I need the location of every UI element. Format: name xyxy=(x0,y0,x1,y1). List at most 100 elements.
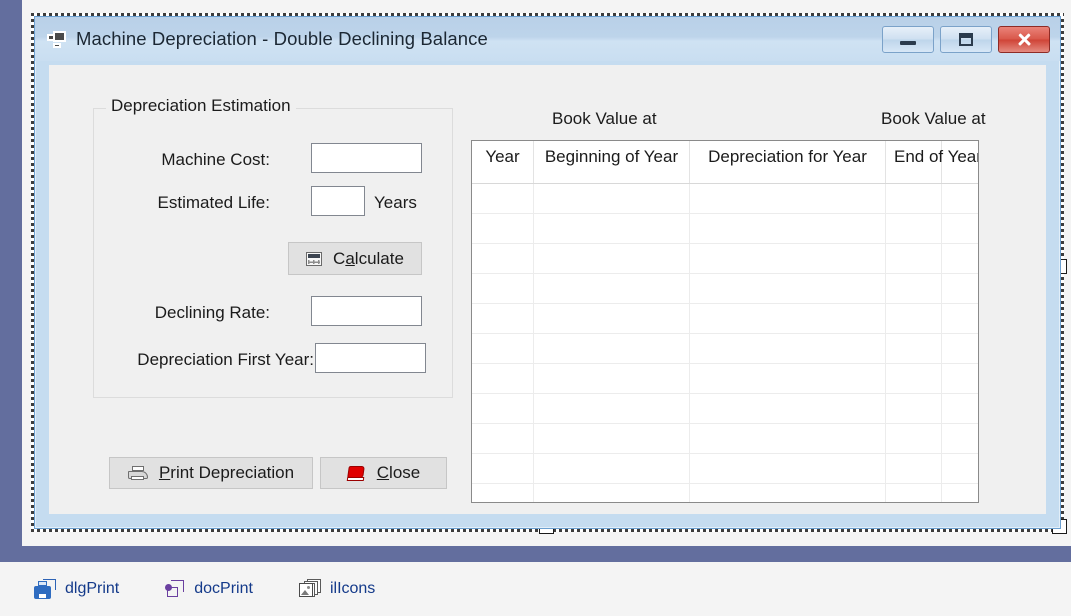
grid-cell[interactable] xyxy=(942,364,978,393)
title-bar[interactable]: Machine Depreciation - Double Declining … xyxy=(35,17,1060,61)
grid-row[interactable] xyxy=(472,394,978,424)
grid-cell[interactable] xyxy=(942,304,978,333)
image-list-icon xyxy=(298,579,321,599)
grid-cell[interactable] xyxy=(690,274,886,303)
grid-cell[interactable] xyxy=(472,424,534,453)
form-window[interactable]: Machine Depreciation - Double Declining … xyxy=(34,16,1061,529)
grid-cell[interactable] xyxy=(472,274,534,303)
grid-cell[interactable] xyxy=(942,484,978,502)
grid-col-depreciation-for-year[interactable]: Depreciation for Year xyxy=(690,141,886,183)
form-client-area: Depreciation Estimation Machine Cost: Es… xyxy=(49,65,1046,514)
grid-cell[interactable] xyxy=(942,274,978,303)
grid-cell[interactable] xyxy=(690,424,886,453)
close-form-button[interactable]: Close xyxy=(320,457,447,489)
minimize-icon xyxy=(900,40,916,45)
grid-cell[interactable] xyxy=(472,454,534,483)
component-docprint[interactable]: docPrint xyxy=(165,579,253,599)
grid-cell[interactable] xyxy=(942,214,978,243)
grid-cell[interactable] xyxy=(886,364,942,393)
grid-cell[interactable] xyxy=(886,184,942,213)
grid-cell[interactable] xyxy=(534,364,690,393)
grid-row[interactable] xyxy=(472,274,978,304)
grid-cell[interactable] xyxy=(886,424,942,453)
grid-row[interactable] xyxy=(472,244,978,274)
grid-cell[interactable] xyxy=(886,274,942,303)
component-dlgprint[interactable]: dlgPrint xyxy=(34,579,119,599)
grid-cell[interactable] xyxy=(942,184,978,213)
print-depreciation-label: Print Depreciation xyxy=(158,463,295,482)
book-value-at-beginning-label: Book Value at xyxy=(552,109,657,128)
grid-cell[interactable] xyxy=(942,334,978,363)
grid-cell[interactable] xyxy=(472,394,534,423)
grid-cell[interactable] xyxy=(886,244,942,273)
grid-row[interactable] xyxy=(472,304,978,334)
component-ilicons[interactable]: ilIcons xyxy=(298,579,375,599)
grid-cell[interactable] xyxy=(534,454,690,483)
grid-cell[interactable] xyxy=(690,334,886,363)
grid-cell[interactable] xyxy=(472,484,534,502)
grid-body[interactable] xyxy=(472,184,978,502)
grid-row[interactable] xyxy=(472,184,978,214)
grid-col-beginning-of-year[interactable]: Beginning of Year xyxy=(534,141,690,183)
grid-row[interactable] xyxy=(472,454,978,484)
grid-cell[interactable] xyxy=(472,364,534,393)
grid-cell[interactable] xyxy=(472,214,534,243)
grid-cell[interactable] xyxy=(690,364,886,393)
grid-cell[interactable] xyxy=(534,304,690,333)
grid-cell[interactable] xyxy=(472,304,534,333)
print-depreciation-button[interactable]: Print Depreciation xyxy=(109,457,313,489)
grid-col-year[interactable]: Year xyxy=(472,141,534,183)
declining-rate-input[interactable] xyxy=(311,296,422,326)
grid-cell[interactable] xyxy=(886,214,942,243)
grid-row[interactable] xyxy=(472,214,978,244)
grid-cell[interactable] xyxy=(534,394,690,423)
estimated-life-input[interactable] xyxy=(311,186,365,216)
grid-cell[interactable] xyxy=(534,244,690,273)
depreciation-first-year-input[interactable] xyxy=(315,343,426,373)
grid-cell[interactable] xyxy=(534,334,690,363)
grid-row[interactable] xyxy=(472,424,978,454)
close-button[interactable] xyxy=(998,25,1050,53)
grid-row[interactable] xyxy=(472,364,978,394)
grid-cell[interactable] xyxy=(886,394,942,423)
grid-cell[interactable] xyxy=(534,274,690,303)
grid-cell[interactable] xyxy=(886,484,942,502)
minimize-button[interactable] xyxy=(882,25,934,53)
calculator-icon xyxy=(306,251,323,266)
grid-cell[interactable] xyxy=(690,304,886,333)
grid-cell[interactable] xyxy=(886,454,942,483)
grid-cell[interactable] xyxy=(690,184,886,213)
grid-cell[interactable] xyxy=(690,394,886,423)
grid-cell[interactable] xyxy=(472,184,534,213)
grid-cell[interactable] xyxy=(534,424,690,453)
grid-cell[interactable] xyxy=(886,334,942,363)
calculate-button[interactable]: Calculate xyxy=(288,242,422,275)
grid-cell[interactable] xyxy=(472,244,534,273)
printer-icon xyxy=(127,466,148,480)
grid-cell[interactable] xyxy=(690,244,886,273)
grid-cell[interactable] xyxy=(690,214,886,243)
ide-left-margin-strip xyxy=(0,0,22,548)
maximize-button[interactable] xyxy=(940,25,992,53)
depreciation-grid[interactable]: Year Beginning of Year Depreciation for … xyxy=(471,140,979,503)
grid-cell[interactable] xyxy=(690,454,886,483)
grid-cell[interactable] xyxy=(534,184,690,213)
grid-row[interactable] xyxy=(472,334,978,364)
grid-cell[interactable] xyxy=(534,484,690,502)
machine-cost-input[interactable] xyxy=(311,143,422,173)
grid-cell[interactable] xyxy=(534,214,690,243)
grid-cell[interactable] xyxy=(942,454,978,483)
declining-rate-label: Declining Rate: xyxy=(154,303,270,322)
grid-cell[interactable] xyxy=(690,484,886,502)
component-tray[interactable]: dlgPrint docPrint ilIcons xyxy=(0,562,1071,616)
grid-cell[interactable] xyxy=(886,304,942,333)
grid-row[interactable] xyxy=(472,484,978,502)
grid-cell[interactable] xyxy=(942,394,978,423)
grid-col-end-of-year[interactable]: End of Year xyxy=(886,141,978,183)
grid-cell[interactable] xyxy=(942,244,978,273)
grid-cell[interactable] xyxy=(942,424,978,453)
machine-cost-label: Machine Cost: xyxy=(161,150,270,169)
grid-cell[interactable] xyxy=(472,334,534,363)
depreciation-estimation-groupbox: Depreciation Estimation Machine Cost: Es… xyxy=(93,96,453,398)
grid-col-filler[interactable] xyxy=(942,141,978,183)
